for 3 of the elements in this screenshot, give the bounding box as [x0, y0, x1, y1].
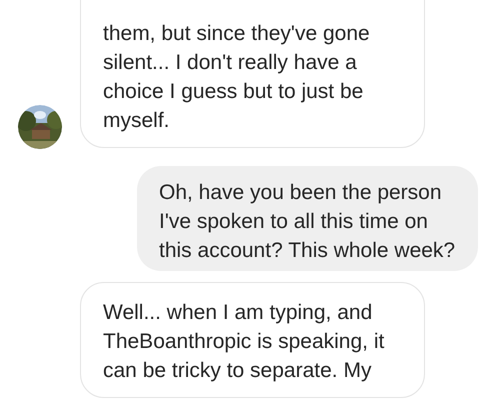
message-text: them, but since they've gone silent... I don't really have a choice I guess but to just be myself. — [103, 22, 370, 132]
message-text: Well... when I am typing, and TheBoanthropic is speaking, it can be tricky to separate. My — [103, 301, 384, 382]
message-text: Oh, have you been the person I've spoken to all this time on this account? This whole week? — [159, 181, 456, 262]
